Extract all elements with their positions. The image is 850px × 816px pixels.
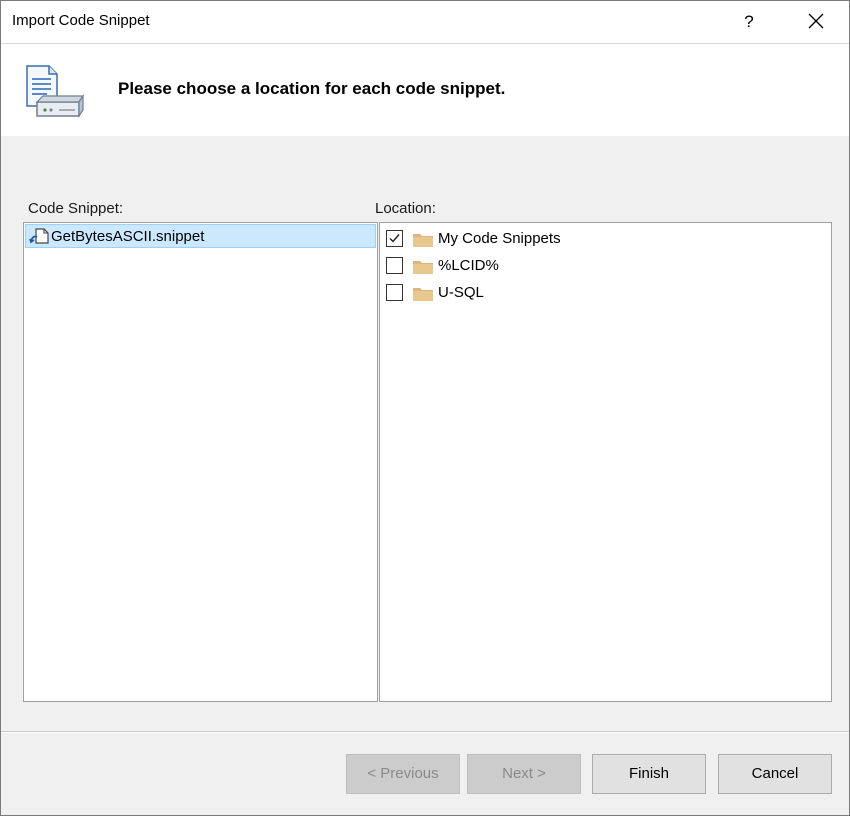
help-button[interactable]: ? [731,7,767,37]
location-item-label: %LCID% [438,257,499,274]
folder-icon [413,261,433,274]
footer-separator [1,731,849,733]
code-snippet-list[interactable]: GetBytesASCII.snippet [23,222,378,702]
location-checkbox-lcid[interactable] [386,257,403,274]
location-item-my-code-snippets[interactable]: My Code Snippets [386,228,806,250]
checkmark-icon [389,234,400,243]
snippet-item-label: GetBytesASCII.snippet [51,228,205,245]
finish-button[interactable]: Finish [592,754,706,794]
close-icon [808,13,824,29]
close-button[interactable] [793,5,839,37]
window-title: Import Code Snippet [12,12,150,29]
location-list[interactable]: My Code Snippets %LCID% U-SQL [379,222,832,702]
location-checkbox-u-sql[interactable] [386,284,403,301]
location-item-label: U-SQL [438,284,484,301]
header-banner: Please choose a location for each code s… [1,43,849,136]
snippet-import-icon [26,65,85,118]
folder-icon [413,234,433,247]
snippet-file-icon [29,228,49,244]
location-item-u-sql[interactable]: U-SQL [386,282,806,304]
previous-button[interactable]: < Previous [346,754,460,794]
title-bar: Import Code Snippet ? [1,1,849,43]
cancel-button[interactable]: Cancel [718,754,832,794]
next-button[interactable]: Next > [467,754,581,794]
snippet-item-getbytesascii[interactable]: GetBytesASCII.snippet [25,224,376,248]
code-snippet-label: Code Snippet: [28,200,124,217]
folder-icon [413,288,433,301]
location-checkbox-my-code-snippets[interactable] [386,230,403,247]
location-item-lcid[interactable]: %LCID% [386,255,806,277]
banner-instruction: Please choose a location for each code s… [118,79,506,98]
location-label: Location: [375,200,436,217]
import-code-snippet-dialog: Import Code Snippet ? Please choose a lo… [0,0,850,816]
location-item-label: My Code Snippets [438,230,561,247]
